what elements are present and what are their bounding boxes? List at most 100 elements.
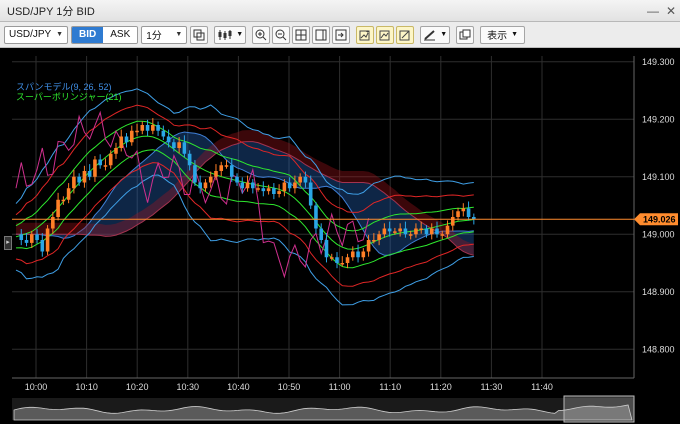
svg-text:+: +	[366, 30, 370, 36]
chart-toolbar: USD/JPY ▼ BID ASK 1分 ▼ ▼ + ▼ 表示 ▼	[0, 22, 680, 48]
candle-up	[245, 182, 250, 189]
chevron-down-icon: ▼	[56, 31, 63, 38]
add-indicator-button[interactable]: +	[356, 25, 375, 44]
minimize-icon[interactable]: —	[644, 4, 662, 18]
candle-up	[429, 228, 434, 235]
time-tick-label: 10:30	[177, 382, 200, 392]
candle-down	[19, 234, 24, 240]
candle-up	[377, 234, 381, 240]
chevron-down-icon: ▼	[511, 31, 519, 38]
candle-up	[414, 228, 418, 235]
candle-down	[161, 130, 166, 137]
zoom-out-button[interactable]	[272, 25, 291, 44]
candle-down	[251, 182, 255, 189]
candle-up	[177, 142, 181, 148]
candle-down	[124, 136, 129, 143]
candle-down	[435, 228, 439, 235]
copy-icon	[459, 29, 471, 39]
fit-button[interactable]	[292, 25, 311, 44]
chevron-right-icon: ▸	[6, 239, 10, 246]
zoom-tools	[252, 25, 351, 44]
indicator-list-button[interactable]	[376, 25, 395, 44]
candle-down	[240, 182, 245, 189]
candle-up	[256, 188, 260, 190]
legend-super-bollinger: スーパーボリンジャー(21)	[16, 92, 121, 102]
chevron-down-icon: ▼	[236, 31, 244, 38]
panel-button[interactable]	[312, 25, 331, 44]
chart-list-icon	[379, 30, 390, 40]
display-menu-button[interactable]: 表示 ▼	[480, 25, 526, 44]
indicator-edit-button[interactable]	[396, 25, 415, 44]
pencil-icon	[424, 29, 436, 40]
candle-down	[387, 228, 392, 232]
candle-down	[77, 176, 81, 183]
candle-up	[408, 234, 413, 236]
candle-up	[277, 191, 281, 194]
time-tick-label: 11:40	[531, 382, 553, 392]
side-panel-toggle[interactable]: ▸	[4, 236, 12, 250]
candle-down	[229, 165, 234, 177]
candle-up	[329, 257, 334, 259]
price-chart[interactable]: 149.300 149.200 149.100 149.000 148.900 148.8…	[0, 48, 680, 424]
candle-up	[29, 234, 34, 243]
candle-up	[366, 240, 371, 252]
chart-type-button[interactable]: ▼	[214, 25, 247, 44]
candle-up	[445, 225, 450, 235]
candle-up	[461, 208, 466, 212]
price-tick-label: 149.100	[642, 172, 675, 182]
candle-down	[261, 188, 266, 192]
candle-down	[287, 182, 292, 189]
candle-down	[403, 228, 408, 235]
candle-up	[93, 159, 97, 177]
candle-up	[298, 176, 302, 183]
candle-up	[419, 228, 424, 230]
candle-up	[456, 211, 460, 217]
compare-button[interactable]	[190, 25, 209, 44]
scroll-end-button[interactable]	[332, 25, 351, 44]
time-tick-label: 10:40	[227, 382, 250, 392]
candle-down	[98, 159, 102, 166]
time-tick-label: 10:20	[126, 382, 149, 392]
pair-select[interactable]: USD/JPY ▼	[4, 25, 68, 44]
navigator-range-handle[interactable]	[563, 395, 635, 423]
candle-up	[398, 228, 402, 232]
candle-up	[440, 234, 445, 236]
close-icon[interactable]: ✕	[662, 4, 680, 18]
ask-button[interactable]: ASK	[103, 26, 138, 43]
time-tick-label: 10:50	[278, 382, 301, 392]
drawing-tool-button[interactable]: ▼	[420, 25, 451, 44]
time-tick-label: 10:00	[25, 382, 48, 392]
bid-button[interactable]: BID	[72, 26, 104, 43]
zoom-in-icon	[255, 29, 267, 40]
window-titlebar: USD/JPY 1分 BID — ✕	[0, 0, 680, 22]
candle-down	[303, 176, 308, 183]
candle-up	[103, 165, 108, 167]
chart-add-icon: +	[359, 30, 370, 40]
candle-up	[108, 153, 113, 166]
candle-up	[450, 217, 455, 226]
candle-up	[51, 217, 55, 229]
copy-chart-button[interactable]	[456, 25, 475, 44]
price-tick-label: 149.000	[642, 229, 675, 239]
current-price-label: 149.026	[643, 214, 676, 224]
chart-edit-icon	[399, 30, 410, 40]
candle-down	[466, 208, 471, 217]
pair-select-value: USD/JPY	[9, 29, 52, 40]
timeframe-select[interactable]: 1分 ▼	[141, 25, 188, 44]
candle-down	[193, 165, 197, 183]
window-title: USD/JPY 1分 BID	[7, 5, 95, 18]
candle-down	[424, 228, 429, 235]
candle-down	[166, 136, 171, 143]
display-menu-label: 表示	[487, 31, 508, 42]
candle-down	[324, 240, 329, 258]
candle-up	[45, 228, 50, 252]
candle-down	[308, 182, 313, 206]
candle-down	[35, 234, 39, 240]
candle-up	[372, 240, 376, 242]
candle-up	[203, 182, 208, 189]
chevron-down-icon: ▼	[440, 31, 448, 38]
candle-down	[356, 251, 360, 258]
candle-up	[224, 165, 229, 167]
indicator-tools: +	[356, 25, 415, 44]
zoom-in-button[interactable]	[252, 25, 271, 44]
